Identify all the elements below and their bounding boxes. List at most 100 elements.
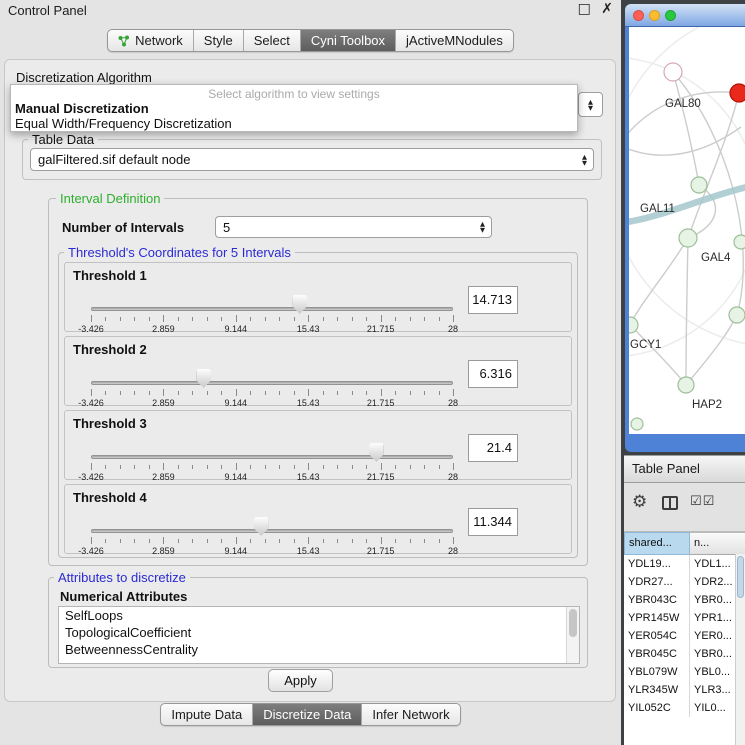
control-panel: Control Panel □ ✗ NetworkStyle Select Cyni… [0, 0, 621, 745]
slider-thumb[interactable] [369, 443, 384, 462]
top-tab-style[interactable]: Style [193, 30, 243, 51]
slider-track[interactable] [91, 381, 453, 385]
tab-label: Select [254, 33, 290, 48]
threshold-value-field[interactable]: 14.713 [468, 286, 518, 314]
bottom-tab-infer-network[interactable]: Infer Network [361, 704, 459, 725]
network-node[interactable] [691, 177, 707, 193]
number-of-intervals-combobox[interactable]: 5 ▲▼ [215, 216, 492, 238]
slider-thumb[interactable] [196, 369, 211, 388]
tick-label: -3.426 [78, 472, 104, 482]
threshold-label: Threshold 4 [73, 490, 147, 505]
table-row[interactable]: YER054CYER0... [624, 627, 745, 645]
dropdown-option-equal-width[interactable]: Equal Width/Frequency Discretization [11, 116, 577, 131]
cell-shared-name: YIL052C [624, 699, 690, 717]
attributes-scrollbar[interactable] [566, 607, 579, 663]
slider-ticks [91, 389, 453, 397]
scrollbar-thumb[interactable] [737, 556, 744, 598]
dropdown-option-manual[interactable]: Manual Discretization [11, 101, 577, 116]
threshold-value-field[interactable]: 21.4 [468, 434, 518, 462]
table-row[interactable]: YIL052CYIL0... [624, 699, 745, 717]
network-node[interactable] [664, 63, 682, 81]
slider-track[interactable] [91, 529, 453, 533]
float-icon[interactable]: □ [578, 1, 591, 17]
network-window-titlebar[interactable] [625, 4, 745, 27]
slider-track[interactable] [91, 307, 453, 311]
slider-track[interactable] [91, 455, 453, 459]
tick-label: 28 [448, 546, 458, 556]
slider-tick-labels: -3.4262.8599.14415.4321.71528 [91, 472, 453, 482]
table-panel-header: Table Panel [624, 455, 745, 483]
bottom-tab-impute-data[interactable]: Impute Data [161, 704, 252, 725]
tab-label: Impute Data [171, 707, 242, 722]
algorithm-combobox[interactable]: ▲▼ [578, 92, 603, 117]
table-row[interactable]: YLR345WYLR3... [624, 681, 745, 699]
tick-label: -3.426 [78, 324, 104, 334]
cell-shared-name: YLR345W [624, 681, 690, 699]
table-row[interactable]: YPR145WYPR1... [624, 609, 745, 627]
threshold-slider: -3.4262.8599.14415.4321.71528 [91, 447, 453, 481]
slider-thumb[interactable] [292, 295, 307, 314]
threshold-label: Threshold 2 [73, 342, 147, 357]
minimize-traffic-light-icon[interactable] [649, 10, 660, 21]
column-header-name[interactable]: n... [690, 532, 745, 555]
gear-icon[interactable]: ⚙ [632, 492, 647, 512]
algorithm-group-label: Discretization Algorithm [16, 70, 152, 85]
network-canvas[interactable]: GAL80GAL11GAL4GCY1HAP2 [629, 27, 745, 434]
tick-label: 28 [448, 324, 458, 334]
network-node[interactable] [631, 418, 643, 430]
table-row[interactable]: YBL079WYBL0... [624, 663, 745, 681]
attribute-list-item[interactable]: BetweennessCentrality [59, 641, 579, 658]
table-data-combobox[interactable]: galFiltered.sif default node ▲▼ [30, 148, 594, 171]
slider-ticks [91, 463, 453, 471]
slider-tick-labels: -3.4262.8599.14415.4321.71528 [91, 546, 453, 556]
cell-shared-name: YBL079W [624, 663, 690, 681]
network-node[interactable] [734, 235, 745, 249]
tab-label: jActiveMNodules [406, 33, 503, 48]
close-icon[interactable]: ✗ [601, 1, 613, 17]
zoom-traffic-light-icon[interactable] [665, 10, 676, 21]
table-panel-body: ⚙ ☑☑ shared... n... YDL19...YDL1...YDR27… [624, 483, 745, 745]
column-header-shared-name[interactable]: shared... [624, 532, 690, 555]
cell-shared-name: YPR145W [624, 609, 690, 627]
bottom-tab-discretize-data[interactable]: Discretize Data [252, 704, 361, 725]
node-label: GAL4 [701, 252, 731, 264]
table-row[interactable]: YBR043CYBR0... [624, 591, 745, 609]
columns-icon[interactable] [662, 496, 678, 510]
tab-label: Cyni Toolbox [311, 33, 385, 48]
apply-button[interactable]: Apply [268, 669, 333, 692]
node-table: shared... n... YDL19...YDL1...YDR27...YD… [624, 531, 745, 745]
table-row[interactable]: YBR045CYBR0... [624, 645, 745, 663]
network-edge [630, 325, 681, 379]
threshold-value-field[interactable]: 11.344 [468, 508, 518, 536]
close-traffic-light-icon[interactable] [633, 10, 644, 21]
top-tab-cyni-toolbox[interactable]: Cyni Toolbox [300, 30, 395, 51]
network-node[interactable] [729, 307, 745, 323]
bottom-tab-bar: Impute Data Discretize DataInfer Network [0, 703, 621, 726]
top-tab-jactivemnodules[interactable]: jActiveMNodules [395, 30, 513, 51]
table-rows: YDL19...YDL1...YDR27...YDR2...YBR043CYBR… [624, 555, 745, 717]
network-node[interactable] [629, 317, 638, 333]
select-rows-icon[interactable]: ☑☑ [690, 494, 715, 509]
attribute-list-item[interactable]: SelfLoops [59, 607, 579, 624]
table-scrollbar[interactable] [735, 554, 745, 745]
top-tab-network[interactable]: Network [108, 30, 193, 51]
table-panel-title: Table Panel [632, 461, 700, 476]
attribute-list-item[interactable]: TopologicalCoefficient [59, 624, 579, 641]
top-tab-select[interactable]: Select [243, 30, 300, 51]
tick-label: 15.43 [297, 472, 320, 482]
table-header-row: shared... n... [624, 532, 745, 555]
table-row[interactable]: YDR27...YDR2... [624, 573, 745, 591]
threshold-panel-1: Threshold 1-3.4262.8599.14415.4321.71528… [64, 262, 572, 332]
network-node[interactable] [678, 377, 694, 393]
slider-thumb[interactable] [254, 517, 269, 536]
control-panel-titlebar: Control Panel □ ✗ [0, 0, 621, 22]
threshold-panel-4: Threshold 4 -3.4262.8599.14415.4321.71528… [64, 484, 572, 554]
scrollbar-thumb[interactable] [569, 609, 577, 637]
tick-label: 2.859 [152, 472, 175, 482]
network-edge [691, 315, 737, 379]
table-row[interactable]: YDL19...YDL1... [624, 555, 745, 573]
threshold-slider: -3.4262.8599.14415.4321.71528 [91, 299, 453, 333]
network-node[interactable] [679, 229, 697, 247]
network-node-selected[interactable] [730, 84, 745, 102]
threshold-value-field[interactable]: 6.316 [468, 360, 518, 388]
